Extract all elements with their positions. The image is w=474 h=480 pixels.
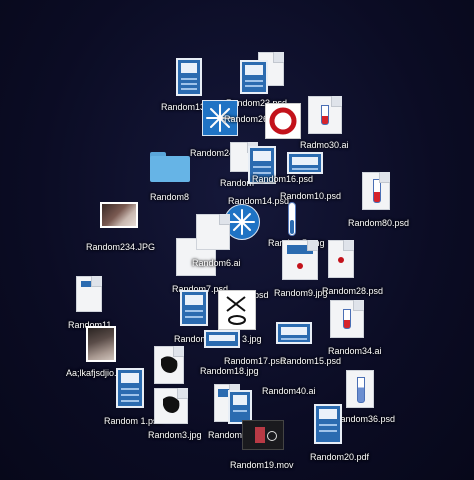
file-label: Random6.ai [192,258,241,268]
poster-icon [240,60,268,94]
file-random17-psd[interactable]: Random17.psd [204,330,285,370]
poster-icon [116,368,144,408]
document-icon [196,214,230,250]
file-label: Random20.pdf [310,452,370,462]
file-label: Random8 [150,192,190,202]
file-label: Random40.ai [262,386,316,396]
file-random234-jpg[interactable]: Random234.JPG [86,202,155,252]
red-ring-icon [265,103,301,139]
poster-icon [180,290,208,326]
file-label: Random80.psd [348,218,410,228]
file-random18-jpg[interactable]: Random18.jpg [154,346,259,386]
file-random26-psd[interactable]: Random26.psd [200,100,285,140]
file-label: Random10.psd [280,191,342,201]
file-label: Random3.jpg [148,430,202,440]
folder-icon [150,152,190,182]
file-random19-mov[interactable]: Random19.mov [226,420,294,472]
file-random20-pdf[interactable]: Random20.pdf [306,404,369,462]
video-icon [242,420,284,450]
file-label: Radmo30.ai [300,140,349,150]
red-dot-icon [328,240,354,278]
test-tube-icon [362,172,390,210]
photo-icon [100,202,138,228]
file-radmo30-ai[interactable]: Radmo30.ai [300,94,356,154]
poster-icon [228,390,252,424]
file-random34-ai[interactable]: Random34.ai [326,300,382,360]
poster-icon [314,404,342,444]
poster-icon [276,322,312,344]
file-label: Random28.psd [322,286,384,296]
poster-icon [176,58,202,96]
file-label: Random34.ai [328,346,382,356]
file-random40-ai[interactable]: Random40.ai [262,372,318,398]
file-label: Random18.jpg [200,366,259,376]
document-icon [330,300,364,338]
black-shape-icon [154,388,188,424]
file-random24-folder[interactable]: Random24 [148,148,234,198]
file-random6-ai[interactable]: Random6.ai [176,214,241,276]
file-random80-psd[interactable]: Random80.psd [346,172,409,228]
file-label: Random234.JPG [86,242,156,252]
file-random3-jpg[interactable]: Random3.jpg [148,388,204,444]
desktop: Random13 Random23.psd Random26.psd Radmo… [0,0,474,480]
file-random15-psd[interactable]: Random15.psd [276,322,341,372]
poster-icon [287,152,323,174]
file-random28-psd[interactable]: Random28.psd [320,240,383,300]
test-tube-icon [346,370,374,408]
scissors-icon [218,290,256,330]
document-icon [308,96,342,134]
file-label: Random13 [161,102,206,112]
file-label: Random19.mov [230,460,294,470]
photo-icon [86,326,116,362]
poster-icon [282,240,318,280]
file-label: Random16.psd [252,174,314,184]
poster-icon [76,276,102,312]
